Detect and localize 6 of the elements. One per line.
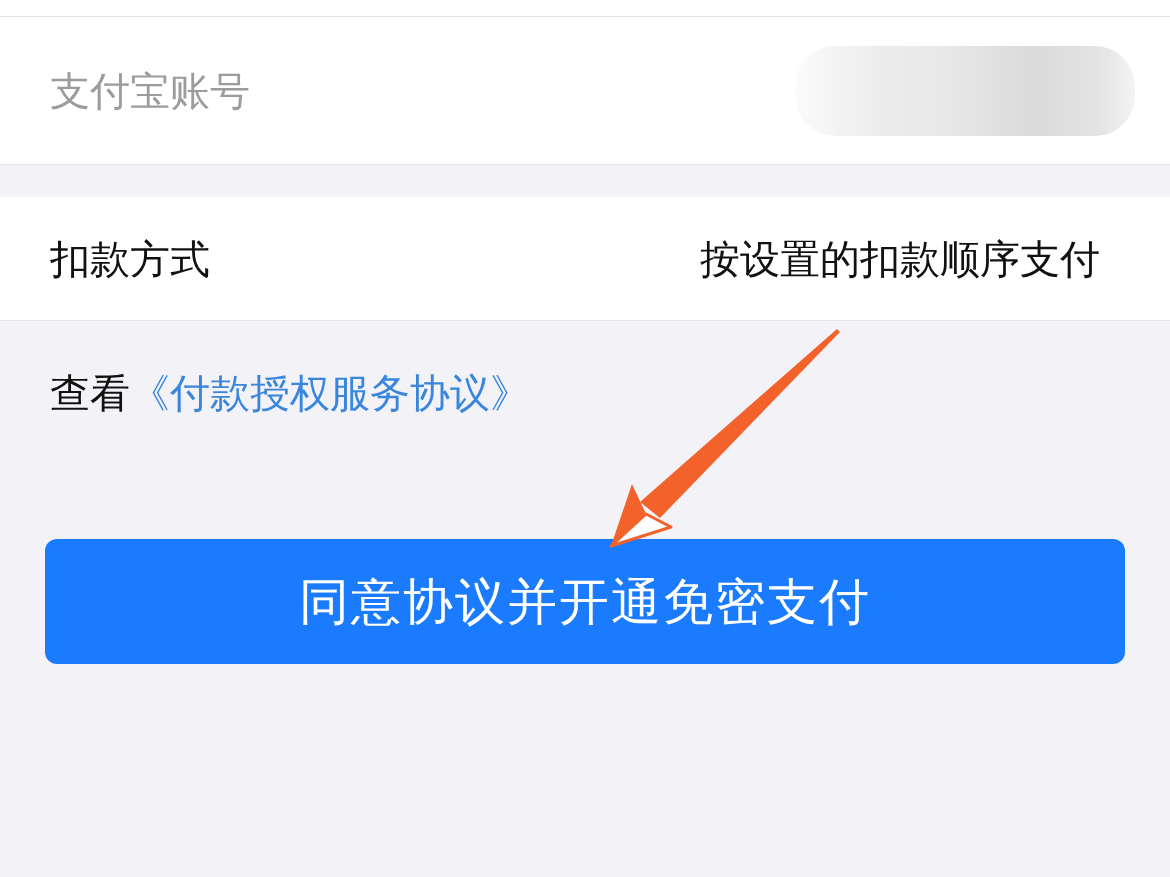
agreement-link[interactable]: 《付款授权服务协议》: [130, 370, 530, 416]
deduction-value: 按设置的扣款顺序支付: [700, 234, 1100, 283]
confirm-button[interactable]: 同意协议并开通免密支付: [45, 539, 1125, 664]
agreement-text: 查看《付款授权服务协议》: [50, 369, 530, 417]
deduction-label: 扣款方式: [50, 234, 210, 283]
account-label: 支付宝账号: [50, 66, 250, 115]
